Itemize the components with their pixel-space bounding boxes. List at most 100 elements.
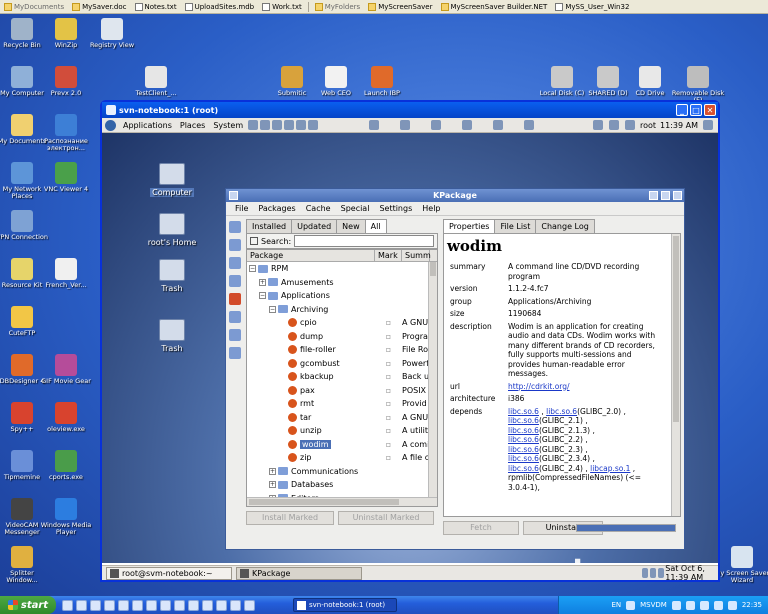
desktop-icon[interactable]: cports.exe [38,450,94,481]
column-mark[interactable]: Mark [375,250,402,261]
desktop-icon[interactable]: TestClient_... [128,66,184,97]
launcher-icon[interactable] [296,120,307,130]
mark-checkbox[interactable]: ▫ [375,426,402,435]
language-indicator[interactable]: EN [611,601,621,609]
desktop-icon[interactable]: Removable Disk (F) [670,66,726,104]
bottom-clock[interactable]: Sat Oct 6, 11:39 AM [665,564,718,580]
quick-launch-icon[interactable] [160,599,171,611]
launcher-icon[interactable] [493,120,504,130]
menu-places[interactable]: Places [176,121,209,130]
gnome-task-button[interactable]: root@svm-notebook:~ [106,566,232,580]
panel-applet-icon[interactable] [658,568,665,578]
desktop-icon[interactable]: French_Ver... [38,258,94,289]
column-summary[interactable]: Summ [402,250,431,261]
kpackage-title-bar[interactable]: KPackage [226,189,684,202]
minimize-button[interactable] [649,191,658,200]
quick-launch-icon[interactable] [244,599,255,611]
mark-checkbox[interactable]: ▫ [375,386,402,395]
launcher-icon[interactable] [260,120,271,130]
tree-folder-row[interactable]: + Communications [247,465,437,479]
tab-updated[interactable]: Updated [291,219,338,233]
collapse-icon[interactable]: − [269,305,276,313]
dependency-link[interactable]: libc.so.6 [546,407,577,416]
mark-checkbox[interactable]: ▫ [375,453,402,462]
package-row[interactable]: gcombust ▫ Powerf [247,357,437,371]
launcher-icon[interactable] [284,120,295,130]
find-icon[interactable] [229,311,241,323]
quick-launch-icon[interactable] [76,599,87,611]
panel-applet-icon[interactable] [642,568,649,578]
quick-launch-icon[interactable] [174,599,185,611]
gnome-desktop-icon[interactable]: root's Home [142,213,202,247]
link-8[interactable]: MySS_User_Win32 [551,2,633,11]
minimize-button[interactable]: _ [676,104,688,116]
link-1[interactable]: MySaver.doc [68,2,130,11]
panel-clock[interactable]: 11:39 AM [660,121,698,130]
launcher-icon[interactable] [272,120,283,130]
link-4[interactable]: Work.txt [258,2,306,11]
tab-file-list[interactable]: File List [494,219,537,233]
launcher-icon[interactable] [431,120,442,130]
dependency-link[interactable]: libc.so.6 [508,445,539,454]
gnome-desktop-icon[interactable]: Trash [142,319,202,353]
expand-icon[interactable]: + [269,481,276,489]
taskbar-button-vnc[interactable]: svn-notebook:1 (root) [293,598,397,612]
property-value[interactable]: http://cdrkit.org/ [506,381,666,394]
package-row[interactable]: tar ▫ A GNU [247,411,437,425]
tree-vertical-scrollbar[interactable] [428,262,437,498]
find-file-icon[interactable] [229,329,241,341]
maximize-button[interactable] [661,191,670,200]
package-row[interactable]: wodim ▫ A comi [247,438,437,452]
open-icon[interactable] [229,221,241,233]
tray-icon[interactable] [671,600,681,610]
fedora-foot-icon[interactable] [105,119,116,131]
network-icon[interactable] [608,120,619,130]
launcher-icon[interactable] [400,120,411,130]
desktop-icon[interactable]: Windows Media Player [38,498,94,536]
package-row[interactable]: file-roller ▫ File Ro [247,343,437,357]
tray-icon[interactable] [699,600,709,610]
gnome-task-button[interactable]: KPackage [236,566,362,580]
quick-launch-icon[interactable] [188,599,199,611]
tab-change-log[interactable]: Change Log [535,219,595,233]
desktop-icon[interactable]: Splitter Window... [0,546,50,584]
menu-settings[interactable]: Settings [374,204,417,213]
mark-checkbox[interactable]: ▫ [375,413,402,422]
mark-checkbox[interactable]: ▫ [375,318,402,327]
desktop-icon[interactable]: CuteFTP [0,306,50,337]
menu-special[interactable]: Special [336,204,375,213]
menu-system[interactable]: System [209,121,247,130]
tree-folder-row[interactable]: + Amusements [247,276,437,290]
launcher-icon[interactable] [248,120,259,130]
collapse-icon[interactable]: − [249,265,256,273]
panel-user[interactable]: root [640,121,656,130]
fetch-button[interactable]: Fetch [443,521,519,535]
start-button[interactable]: start [0,596,56,614]
menu-packages[interactable]: Packages [253,204,300,213]
desktop-icon[interactable]: Распознание электрон... [38,114,94,152]
desktop-icon[interactable]: VPN Connection [0,210,50,241]
quick-launch-icon[interactable] [132,599,143,611]
back-icon[interactable] [229,239,241,251]
vnc-title-bar[interactable]: svn-notebook:1 (root) _ □ ✕ [102,102,718,118]
tray-label[interactable]: MSVDM [640,601,667,609]
package-row[interactable]: unzip ▫ A utilit [247,424,437,438]
desktop-icon[interactable]: GIF Movie Gear [38,354,94,385]
mark-checkbox[interactable]: ▫ [375,399,402,408]
search-input[interactable] [294,235,434,247]
close-button[interactable] [673,191,682,200]
launcher-icon[interactable] [369,120,380,130]
mark-checkbox[interactable]: ▫ [375,440,402,449]
launcher-icon[interactable] [308,120,319,130]
tray-icon[interactable] [727,600,737,610]
desktop-icon[interactable]: Registry View [84,18,140,49]
desktop-icon[interactable]: Launch IBP [354,66,410,97]
tab-properties[interactable]: Properties [443,219,496,233]
maximize-button[interactable]: □ [690,104,702,116]
launcher-icon[interactable] [524,120,535,130]
tree-folder-row[interactable]: − Archiving [247,303,437,317]
window-menu-icon[interactable] [229,191,238,200]
expand-icon[interactable]: + [269,467,276,475]
menu-help[interactable]: Help [417,204,445,213]
tab-installed[interactable]: Installed [246,219,293,233]
